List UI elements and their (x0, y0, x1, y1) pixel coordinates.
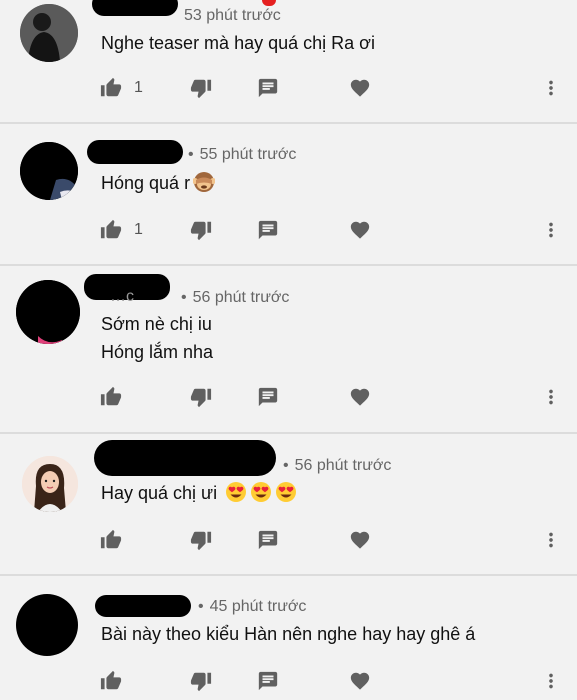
redacted-username (87, 140, 183, 164)
comment-text: Bài này theo kiểu Hàn nên nghe hay hay g… (101, 624, 476, 644)
thumb-up-icon (100, 219, 122, 241)
comment-timestamp: • 56 phút trước (283, 457, 392, 474)
like-button[interactable] (100, 666, 122, 696)
comment-text: Sớm nè chị iu Hóng lắm nha (101, 314, 214, 362)
reply-button[interactable] (257, 382, 279, 412)
avatar[interactable] (20, 142, 78, 200)
avatar[interactable] (16, 280, 80, 344)
more-vert-icon (540, 386, 562, 408)
more-vert-icon (540, 670, 562, 692)
more-options-button[interactable] (540, 382, 562, 412)
like-button[interactable]: 1 (100, 73, 143, 103)
more-options-button[interactable] (540, 73, 562, 103)
heart-icon (349, 219, 371, 241)
dislike-button[interactable] (190, 525, 212, 555)
heart-eyes-emoji (225, 481, 247, 503)
heart-icon (349, 386, 371, 408)
heart-icon (349, 670, 371, 692)
thumb-up-icon (100, 386, 122, 408)
dislike-button[interactable] (190, 666, 212, 696)
reply-button[interactable] (257, 525, 279, 555)
avatar[interactable] (16, 594, 78, 656)
more-options-button[interactable] (540, 215, 562, 245)
avatar[interactable] (22, 456, 78, 512)
thumb-up-icon (100, 529, 122, 551)
reply-icon (257, 670, 279, 692)
reply-icon (257, 77, 279, 99)
reply-button[interactable] (257, 215, 279, 245)
like-button[interactable] (100, 382, 122, 412)
comment-item: …c • 56 phút trước Sớm nè chị iu Hóng lắm… (0, 266, 577, 432)
like-button[interactable]: 1 (100, 215, 143, 245)
heart-button[interactable] (349, 666, 371, 696)
comment-timestamp: • 55 phút trước (188, 146, 297, 163)
heart-eyes-emoji (250, 481, 272, 503)
redacted-username (94, 440, 276, 476)
more-vert-icon (540, 219, 562, 241)
more-vert-icon (540, 529, 562, 551)
avatar[interactable] (20, 4, 78, 62)
comment-actions (0, 666, 577, 696)
more-options-button[interactable] (540, 666, 562, 696)
comment-item: • 55 phút trước Hóng quá r 1 (0, 124, 577, 264)
reply-icon (257, 386, 279, 408)
comment-text: Hóng quá r (101, 169, 217, 197)
reply-icon (257, 529, 279, 551)
reply-icon (257, 219, 279, 241)
heart-icon (349, 529, 371, 551)
heart-button[interactable] (349, 73, 371, 103)
comment-actions: 1 (0, 215, 577, 245)
thumb-down-icon (190, 670, 212, 692)
dislike-button[interactable] (190, 382, 212, 412)
comment-actions: 1 (0, 73, 577, 103)
comment-actions (0, 525, 577, 555)
heart-eyes-emoji (275, 481, 297, 503)
thumb-up-icon (100, 670, 122, 692)
redacted-username (95, 595, 191, 617)
redacted-username (92, 0, 178, 16)
heart-icon (349, 77, 371, 99)
comment-item: • 56 phút trước Hay quá chị ưi (0, 434, 577, 574)
notification-dot (262, 0, 276, 6)
thumb-down-icon (190, 219, 212, 241)
more-options-button[interactable] (540, 525, 562, 555)
comment-timestamp: • 45 phút trước (198, 598, 307, 615)
comment-timestamp: …c (110, 288, 134, 306)
comment-timestamp: • 56 phút trước (181, 289, 290, 306)
reply-button[interactable] (257, 666, 279, 696)
thumb-down-icon (190, 77, 212, 99)
comment-text: Nghe teaser mà hay quá chị Ra ơi (101, 33, 375, 53)
heart-button[interactable] (349, 215, 371, 245)
like-count: 1 (134, 221, 143, 238)
thumb-down-icon (190, 529, 212, 551)
dislike-button[interactable] (190, 73, 212, 103)
partial-username: …c (110, 288, 134, 305)
comment-text: Hay quá chị ưi (101, 479, 297, 507)
heart-button[interactable] (349, 382, 371, 412)
more-vert-icon (540, 77, 562, 99)
comment-item: 53 phút trước Nghe teaser mà hay quá chị… (0, 0, 577, 122)
dislike-button[interactable] (190, 215, 212, 245)
thumb-up-icon (100, 77, 122, 99)
comment-timestamp: 53 phút trước (184, 7, 281, 24)
heart-button[interactable] (349, 525, 371, 555)
like-count: 1 (134, 79, 143, 96)
reply-button[interactable] (257, 73, 279, 103)
see-no-evil-monkey-emoji (192, 171, 217, 193)
comment-actions (0, 382, 577, 412)
thumb-down-icon (190, 386, 212, 408)
like-button[interactable] (100, 525, 122, 555)
comment-item: • 45 phút trước Bài này theo kiểu Hàn nên… (0, 576, 577, 700)
